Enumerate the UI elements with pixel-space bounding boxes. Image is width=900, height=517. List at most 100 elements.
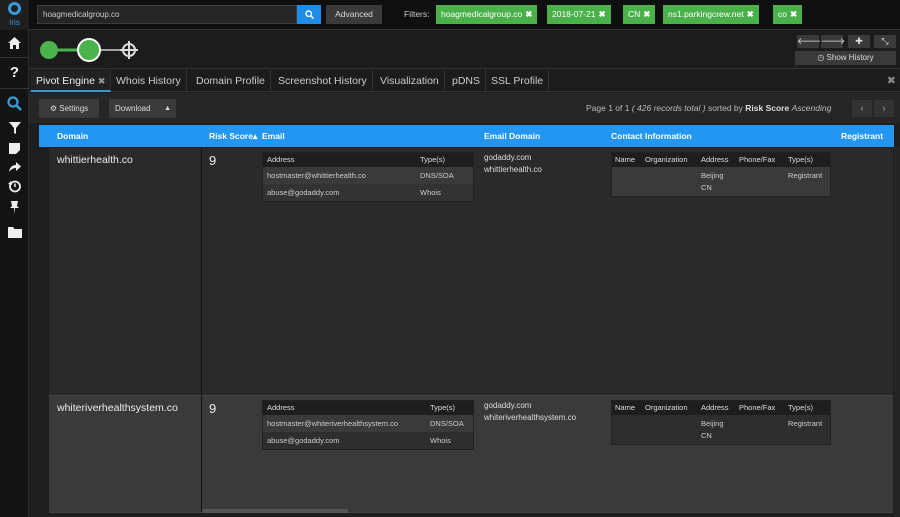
subheader-address: Address xyxy=(701,403,729,412)
risk-score-cell: 9 xyxy=(209,401,217,416)
add-button[interactable]: ✚ xyxy=(848,35,870,48)
tab-ssl-profile[interactable]: SSL Profile xyxy=(486,70,550,92)
contact-type: Registrant xyxy=(788,171,823,180)
tab-pdns[interactable]: pDNS xyxy=(447,70,487,92)
email-domain[interactable]: whittierhealth.co xyxy=(484,164,542,176)
col-risk-score-label: Risk Score xyxy=(209,131,253,141)
filter-chip[interactable]: CN ✖ xyxy=(623,5,656,24)
domain-cell[interactable]: whiteriverhealthsystem.co xyxy=(57,402,178,414)
note-icon[interactable] xyxy=(0,141,29,158)
logo-text: Iris xyxy=(9,18,20,27)
download-select[interactable]: Download ▲ xyxy=(109,99,176,118)
results-toolbar: ⚙ Settings Download ▲ Page 1 of 1 ( 426 r… xyxy=(29,93,900,123)
tab-whois-history[interactable]: Whois History xyxy=(111,70,187,92)
email-subtable: Address Type(s) hostmaster@whittierhealth… xyxy=(262,152,474,202)
horizontal-scrollbar[interactable] xyxy=(202,509,348,513)
col-domain[interactable]: Domain xyxy=(57,125,88,147)
pivot-history-graph[interactable] xyxy=(37,37,149,63)
filter-chip[interactable]: 2018-07-21 ✖ xyxy=(547,5,611,24)
subheader-types: Type(s) xyxy=(788,155,814,164)
settings-button[interactable]: ⚙ Settings xyxy=(39,99,99,118)
email-type: DNS/SOA xyxy=(430,419,464,428)
email-domain[interactable]: godaddy.com xyxy=(484,152,542,164)
history-node xyxy=(40,41,58,59)
email-domain-cell: godaddy.com whittierhealth.co xyxy=(484,152,542,176)
domain-cell[interactable]: whittierhealth.co xyxy=(57,154,133,166)
col-email-domain[interactable]: Email Domain xyxy=(484,125,540,147)
email-type: Whois xyxy=(420,188,441,197)
show-history-label: Show History xyxy=(826,53,874,62)
email-address[interactable]: hostmaster@whiteriverhealthsystem.co xyxy=(267,415,398,432)
close-icon[interactable]: ✖ xyxy=(525,9,532,19)
contact-subtable: Name Organization Address Phone/Fax Type(s) … xyxy=(611,152,831,197)
search-input[interactable]: hoagmedicalgroup.co xyxy=(37,5,297,24)
forward-arrow-button[interactable]: 🡒 xyxy=(821,35,845,48)
subheader-address: Address xyxy=(267,155,295,164)
subheader-types: Type(s) xyxy=(420,155,446,164)
email-subtable: Address Type(s) hostmaster@whiteriverheal… xyxy=(262,400,474,450)
clock-icon: ◷ xyxy=(817,53,827,62)
close-icon[interactable]: ✖ xyxy=(790,9,797,19)
gear-icon: ⚙ xyxy=(49,104,58,113)
search-icon[interactable] xyxy=(0,96,29,115)
vertical-scrollbar[interactable] xyxy=(894,147,900,517)
advanced-button[interactable]: Advanced xyxy=(326,5,382,24)
table-row[interactable]: whiteriverhealthsystem.co 9 Address Type(… xyxy=(49,396,893,513)
contact-address: Beijing xyxy=(701,419,724,428)
contact-address: CN xyxy=(701,183,712,192)
pin-icon[interactable] xyxy=(0,201,29,218)
col-registrant[interactable]: Registrant xyxy=(841,125,883,147)
search-button[interactable] xyxy=(297,5,321,24)
tab-domain-profile[interactable]: Domain Profile xyxy=(191,70,271,92)
email-address[interactable]: abuse@godaddy.com xyxy=(267,432,340,449)
subheader-organization: Organization xyxy=(645,403,688,412)
collapse-icon[interactable]: ⤡ xyxy=(874,35,896,48)
close-icon[interactable]: ✖ xyxy=(98,76,106,86)
tab-visualization[interactable]: Visualization xyxy=(375,70,445,92)
email-domain-cell: godaddy.com whiteriverhealthsystem.co xyxy=(484,400,576,424)
pagination-info: Page 1 of 1 ( 426 records total ) sorted… xyxy=(586,103,831,113)
tab-pivot-engine[interactable]: Pivot Engine ✖ xyxy=(31,70,112,92)
close-icon[interactable]: ✖ xyxy=(747,9,754,19)
history-icon[interactable] xyxy=(0,180,29,197)
col-email[interactable]: Email xyxy=(262,125,285,147)
filter-icon[interactable] xyxy=(0,121,29,138)
sort-direction: Ascending xyxy=(791,103,832,113)
table-row[interactable]: whittierhealth.co 9 Address Type(s) hostm… xyxy=(49,148,893,396)
filter-chip-label: 2018-07-21 xyxy=(552,9,596,19)
col-contact-info[interactable]: Contact Information xyxy=(611,125,692,147)
filter-chip-label: ns1.parkingcrew.net xyxy=(668,9,744,19)
iris-logo[interactable]: Iris xyxy=(0,0,29,30)
filter-chip[interactable]: co ✖ xyxy=(773,5,803,24)
email-type: Whois xyxy=(430,436,451,445)
subheader-phone-fax: Phone/Fax xyxy=(739,155,776,164)
subheader-address: Address xyxy=(267,403,295,412)
subheader-organization: Organization xyxy=(645,155,688,164)
filter-chip-label: CN xyxy=(628,9,641,19)
close-icon[interactable]: ✖ xyxy=(887,74,896,87)
show-history-button[interactable]: ◷ Show History xyxy=(795,51,896,65)
back-arrow-button[interactable]: 🡐 xyxy=(797,35,821,48)
close-icon[interactable]: ✖ xyxy=(598,9,605,19)
sort-asc-icon: ▴ xyxy=(252,131,258,141)
gear-logo-icon xyxy=(8,2,21,15)
email-address[interactable]: hostmaster@whittierhealth.co xyxy=(267,167,366,184)
page-count: Page 1 of 1 xyxy=(586,103,630,113)
email-address[interactable]: abuse@godaddy.com xyxy=(267,184,340,201)
next-page-button[interactable]: › xyxy=(874,100,894,117)
col-risk-score[interactable]: Risk Score▴ xyxy=(209,125,257,147)
help-icon[interactable]: ? xyxy=(0,64,29,81)
settings-label: Settings xyxy=(59,104,89,113)
filters-label: Filters: xyxy=(404,9,430,19)
home-icon[interactable] xyxy=(0,36,29,54)
email-domain[interactable]: whiteriverhealthsystem.co xyxy=(484,412,576,424)
tab-screenshot-history[interactable]: Screenshot History xyxy=(273,70,373,92)
prev-page-button[interactable]: ‹ xyxy=(852,100,872,117)
email-domain[interactable]: godaddy.com xyxy=(484,400,576,412)
folder-icon[interactable] xyxy=(0,225,29,242)
pivot-graph-bar: 🡐 🡒 ✚ ⤡ ◷ Show History xyxy=(29,30,900,69)
filter-chip[interactable]: ns1.parkingcrew.net ✖ xyxy=(663,5,759,24)
share-icon[interactable] xyxy=(0,160,29,177)
close-icon[interactable]: ✖ xyxy=(643,9,650,19)
filter-chip[interactable]: hoagmedicalgroup.co ✖ xyxy=(436,5,538,24)
